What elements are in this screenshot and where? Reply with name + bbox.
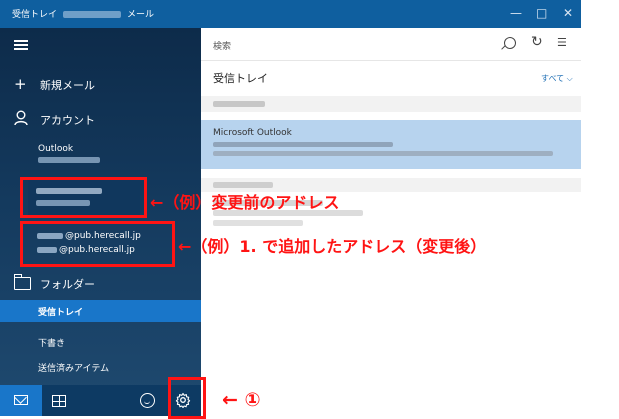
menu-icon[interactable]	[14, 40, 28, 50]
message-list-pane: 検索 ↻ ☰ 受信トレイ すべて ⌵ Microsoft Outlook	[201, 28, 581, 416]
accounts-button[interactable]: アカウント	[0, 107, 201, 131]
folder-sent-label: 送信済みアイテム	[38, 364, 110, 374]
folder-drafts[interactable]: 下書き	[0, 331, 201, 353]
folders-button[interactable]: フォルダー	[0, 271, 201, 293]
date-header	[201, 96, 581, 112]
annotation-old-address: ←（例）変更前のアドレス	[150, 193, 340, 212]
message-sender: Microsoft Outlook	[213, 128, 292, 138]
plus-icon: +	[14, 75, 27, 93]
folder-sent[interactable]: 送信済みアイテム	[0, 356, 201, 378]
select-icon[interactable]: ☰	[557, 36, 567, 49]
filter-dropdown[interactable]: すべて ⌵	[541, 73, 573, 84]
folder-inbox[interactable]: 受信トレイ	[0, 300, 201, 322]
folder-inbox-label: 受信トレイ	[38, 308, 84, 318]
window-title-folder: 受信トレイ	[12, 10, 58, 20]
annotation-box-gear	[168, 377, 206, 419]
person-icon	[14, 110, 28, 126]
blurred-account	[63, 11, 122, 18]
accounts-label: アカウント	[40, 114, 95, 127]
window-title-app: メール	[127, 10, 155, 20]
calendar-icon[interactable]	[52, 395, 66, 407]
annotation-box-old-address	[20, 177, 147, 218]
new-mail-button[interactable]: + 新規メール	[0, 72, 201, 96]
window-titlebar: 受信トレイ メール — □ ✕	[0, 0, 581, 28]
mail-app-button[interactable]	[0, 385, 42, 416]
search-input[interactable]: 検索	[213, 39, 231, 52]
window-title: 受信トレイ メール	[12, 7, 154, 20]
blurred-date	[213, 101, 265, 107]
folders-label: フォルダー	[40, 278, 95, 291]
message-item-selected[interactable]: Microsoft Outlook	[201, 120, 581, 169]
annotation-new-address: ←（例）1. で追加したアドレス（変更後）	[178, 237, 487, 256]
annotation-box-new-address	[20, 221, 175, 267]
annotation-gear: ← ①	[222, 389, 261, 411]
minimize-button[interactable]: —	[510, 6, 522, 20]
blurred-email	[38, 157, 100, 163]
inbox-title: 受信トレイ	[213, 72, 268, 85]
blurred-date	[213, 182, 273, 188]
blurred-preview	[213, 220, 303, 226]
search-icon[interactable]	[504, 37, 516, 49]
account-outlook-title: Outlook	[38, 144, 74, 154]
blurred-preview	[213, 151, 553, 156]
new-mail-label: 新規メール	[40, 79, 95, 92]
folder-drafts-label: 下書き	[38, 339, 66, 349]
blurred-subject	[213, 142, 393, 147]
smiley-icon[interactable]	[140, 393, 155, 408]
maximize-button[interactable]: □	[536, 6, 547, 20]
account-outlook[interactable]: Outlook	[0, 140, 201, 172]
divider	[201, 60, 581, 61]
folder-icon	[14, 274, 31, 290]
close-button[interactable]: ✕	[563, 6, 573, 20]
sync-icon[interactable]: ↻	[531, 35, 543, 49]
mail-icon	[14, 395, 28, 405]
